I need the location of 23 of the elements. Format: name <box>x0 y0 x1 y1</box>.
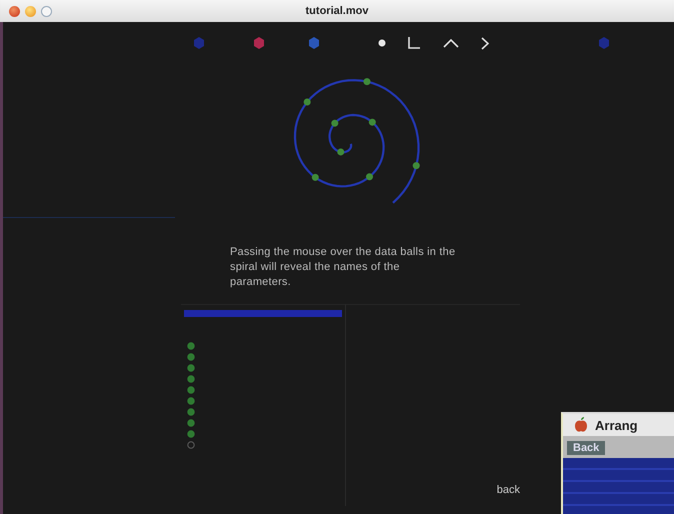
filled-dot-icon[interactable] <box>187 342 195 350</box>
chevron-right-icon[interactable] <box>481 36 489 50</box>
filled-dot-icon[interactable] <box>187 430 195 438</box>
filled-dot-icon[interactable] <box>187 353 195 361</box>
hexagon-icon[interactable] <box>308 37 320 49</box>
filled-dot-icon[interactable] <box>187 386 195 394</box>
hexagon-icon[interactable] <box>253 37 265 49</box>
apple-logo-icon <box>573 417 589 433</box>
dot-icon[interactable] <box>378 39 386 47</box>
caret-up-icon[interactable] <box>443 38 459 48</box>
hollow-dot-icon[interactable] <box>187 441 195 449</box>
zoom-button[interactable] <box>41 6 52 16</box>
thumbnail-title: Arrang <box>595 418 638 432</box>
filled-dot-icon[interactable] <box>187 364 195 372</box>
caption-text: Passing the mouse over the data balls in the spiral will reveal the names of the parameters. <box>230 245 456 290</box>
corner-icon[interactable] <box>408 37 420 49</box>
back-link[interactable]: back <box>496 484 520 496</box>
filled-dot-icon[interactable] <box>187 375 195 383</box>
filled-dot-icon[interactable] <box>187 397 195 405</box>
close-button[interactable] <box>9 6 20 16</box>
window-title: tutorial.mov <box>306 5 368 17</box>
filled-dot-icon[interactable] <box>187 408 195 416</box>
filled-dot-icon[interactable] <box>187 419 195 427</box>
